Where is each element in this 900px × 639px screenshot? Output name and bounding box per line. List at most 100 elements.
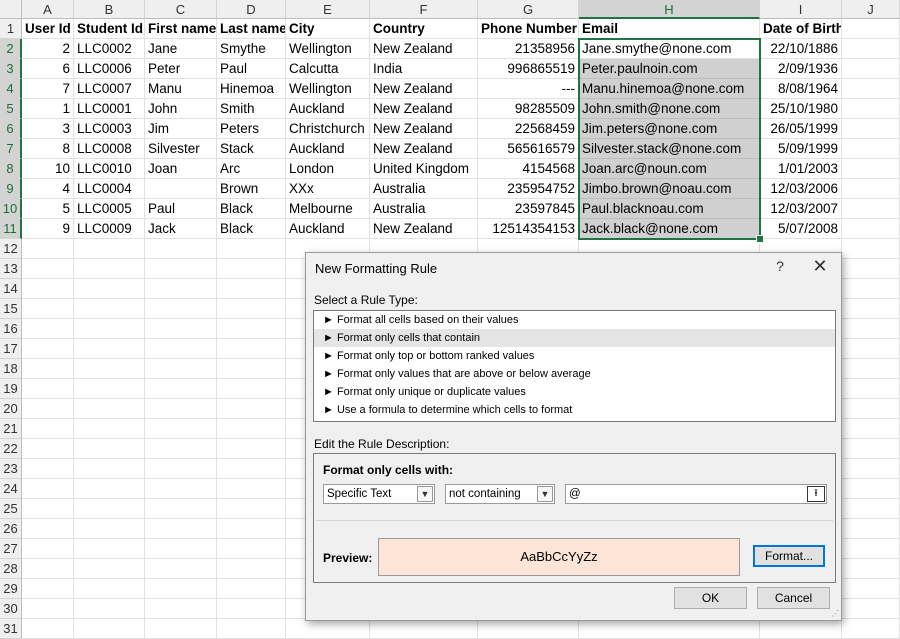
rule-type-item[interactable]: ► Use a formula to determine which cells…	[314, 401, 835, 419]
cell[interactable]: John	[145, 99, 217, 119]
cell[interactable]: 22568459	[478, 119, 579, 139]
cell[interactable]	[217, 579, 286, 599]
row-header[interactable]: 6	[0, 119, 22, 139]
cell[interactable]: LLC0001	[74, 99, 145, 119]
help-icon[interactable]: ?	[770, 258, 790, 274]
cell[interactable]	[74, 399, 145, 419]
cell[interactable]	[145, 379, 217, 399]
column-header[interactable]: B	[74, 0, 145, 19]
row-header[interactable]: 27	[0, 539, 22, 559]
cell[interactable]: LLC0005	[74, 199, 145, 219]
cell[interactable]: Arc	[217, 159, 286, 179]
cell[interactable]: LLC0006	[74, 59, 145, 79]
cell[interactable]	[145, 599, 217, 619]
cell[interactable]	[22, 499, 74, 519]
cell[interactable]	[74, 519, 145, 539]
cell[interactable]: 1	[22, 99, 74, 119]
cell[interactable]	[74, 499, 145, 519]
cell[interactable]: 5/09/1999	[760, 139, 842, 159]
rule-type-item-selected[interactable]: ► Format only cells that contain	[314, 329, 835, 347]
cell[interactable]: Jane.smythe@none.com	[579, 39, 760, 59]
cell[interactable]	[145, 319, 217, 339]
row-header[interactable]: 13	[0, 259, 22, 279]
cell[interactable]: Smith	[217, 99, 286, 119]
cell[interactable]	[217, 599, 286, 619]
cell[interactable]: Last name	[217, 19, 286, 39]
row-header[interactable]: 15	[0, 299, 22, 319]
cell[interactable]: Peters	[217, 119, 286, 139]
cell[interactable]	[22, 359, 74, 379]
row-header[interactable]: 14	[0, 279, 22, 299]
cell[interactable]: Manu.hinemoa@none.com	[579, 79, 760, 99]
cell[interactable]	[74, 339, 145, 359]
cell[interactable]	[74, 459, 145, 479]
cell[interactable]: 565616579	[478, 139, 579, 159]
cell[interactable]	[842, 439, 900, 459]
cell[interactable]	[74, 379, 145, 399]
cell[interactable]: 25/10/1980	[760, 99, 842, 119]
cell[interactable]	[22, 479, 74, 499]
cell[interactable]: Peter.paulnoin.com	[579, 59, 760, 79]
cell[interactable]: 5/07/2008	[760, 219, 842, 239]
row-header[interactable]: 22	[0, 439, 22, 459]
cell[interactable]: Jane	[145, 39, 217, 59]
cell[interactable]	[74, 259, 145, 279]
cell[interactable]	[145, 559, 217, 579]
cell[interactable]	[22, 599, 74, 619]
cell[interactable]	[145, 259, 217, 279]
cell[interactable]	[842, 59, 900, 79]
row-header[interactable]: 7	[0, 139, 22, 159]
cell[interactable]	[145, 419, 217, 439]
cell[interactable]	[22, 379, 74, 399]
cell[interactable]	[842, 559, 900, 579]
cell[interactable]	[217, 359, 286, 379]
row-header[interactable]: 16	[0, 319, 22, 339]
cell[interactable]: Manu	[145, 79, 217, 99]
cell[interactable]: London	[286, 159, 370, 179]
fill-handle[interactable]	[756, 235, 764, 243]
cell[interactable]: Silvester	[145, 139, 217, 159]
cell[interactable]: New Zealand	[370, 79, 478, 99]
cell[interactable]	[74, 559, 145, 579]
cell[interactable]	[22, 459, 74, 479]
resize-grip-icon[interactable]: ⋰	[831, 609, 839, 618]
cell[interactable]: Joan.arc@noun.com	[579, 159, 760, 179]
cell[interactable]: 8/08/1964	[760, 79, 842, 99]
cell[interactable]: Student Id	[74, 19, 145, 39]
cell[interactable]: Stack	[217, 139, 286, 159]
cell[interactable]: Calcutta	[286, 59, 370, 79]
cell[interactable]	[217, 239, 286, 259]
cell[interactable]: Christchurch	[286, 119, 370, 139]
cell[interactable]: New Zealand	[370, 119, 478, 139]
row-header[interactable]: 28	[0, 559, 22, 579]
cell[interactable]: Auckland	[286, 139, 370, 159]
row-header[interactable]: 5	[0, 99, 22, 119]
cell[interactable]	[74, 319, 145, 339]
cell[interactable]: United Kingdom	[370, 159, 478, 179]
cell[interactable]	[842, 19, 900, 39]
cell[interactable]	[842, 519, 900, 539]
cell[interactable]	[370, 619, 478, 639]
cell[interactable]: LLC0004	[74, 179, 145, 199]
chevron-down-icon[interactable]: ▼	[417, 486, 433, 502]
cell[interactable]	[74, 299, 145, 319]
row-header[interactable]: 4	[0, 79, 22, 99]
cell[interactable]: Peter	[145, 59, 217, 79]
cell[interactable]	[145, 239, 217, 259]
cell[interactable]	[217, 319, 286, 339]
cell[interactable]	[842, 99, 900, 119]
column-header[interactable]: I	[760, 0, 842, 19]
row-header[interactable]: 26	[0, 519, 22, 539]
cell[interactable]: Country	[370, 19, 478, 39]
column-header[interactable]: J	[842, 0, 900, 19]
cell[interactable]: 22/10/1886	[760, 39, 842, 59]
cell[interactable]	[74, 619, 145, 639]
cell[interactable]: 26/05/1999	[760, 119, 842, 139]
cell[interactable]: Jack	[145, 219, 217, 239]
rule-type-item[interactable]: ► Format only unique or duplicate values	[314, 383, 835, 401]
cell[interactable]: Paul	[145, 199, 217, 219]
cell[interactable]	[842, 219, 900, 239]
cell[interactable]: Wellington	[286, 79, 370, 99]
cell[interactable]	[22, 579, 74, 599]
cell[interactable]: First name	[145, 19, 217, 39]
